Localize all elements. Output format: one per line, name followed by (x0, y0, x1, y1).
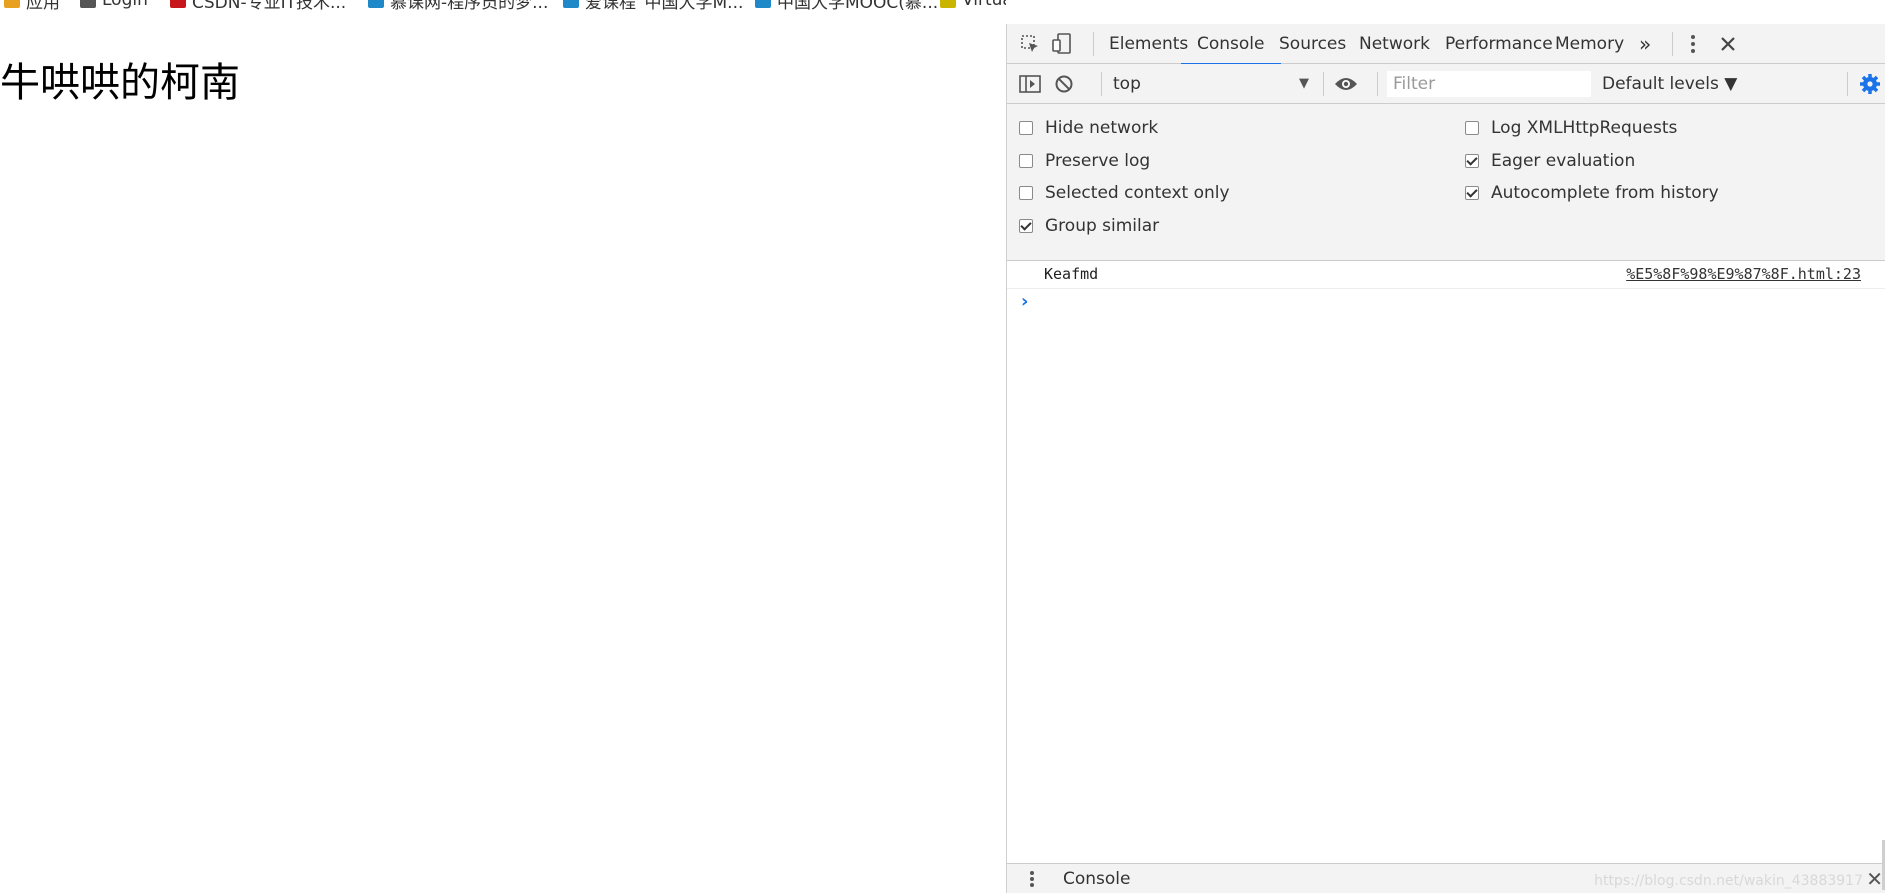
clear-console-icon[interactable] (1051, 72, 1077, 96)
setting-label: Log XMLHttpRequests (1491, 118, 1678, 138)
bookmark-favicon-icon (755, 0, 771, 8)
bookmark-favicon-icon (170, 0, 186, 8)
inspect-element-icon[interactable] (1017, 32, 1043, 56)
bookmark-item[interactable]: Virtual Judge (940, 0, 1006, 10)
bookmark-item[interactable]: 中国大学MOOC(慕... (755, 0, 938, 10)
bookmark-favicon-icon (563, 0, 579, 8)
bookmark-favicon-icon (940, 0, 956, 8)
setting-preserve-log[interactable]: Preserve log (1019, 149, 1150, 173)
console-message-text: Keafmd (1044, 265, 1099, 283)
console-messages: Keafmd %E5%8F%98%E9%87%8F.html:23 (1007, 261, 1885, 289)
live-expression-eye-icon[interactable] (1333, 72, 1359, 96)
setting-autocomplete-from-history[interactable]: Autocomplete from history (1465, 181, 1719, 205)
page-heading: 牛哄哄的柯南 (0, 60, 240, 106)
bookmark-item[interactable]: 慕课网-程序员的梦... (368, 0, 548, 10)
context-selector[interactable]: top ▼ (1113, 72, 1313, 96)
bookmark-label: 中国大学MOOC(慕... (777, 0, 939, 10)
setting-hide-network[interactable]: Hide network (1019, 116, 1158, 140)
more-tabs-button[interactable]: » (1633, 24, 1657, 63)
device-toolbar-icon[interactable] (1049, 32, 1075, 56)
watermark: https://blog.csdn.net/wakin_43883917 (1594, 873, 1863, 889)
bookmark-item[interactable]: CSDN-专业IT技术... (170, 0, 346, 10)
setting-label: Selected context only (1045, 183, 1230, 203)
drawer-tab-console[interactable]: Console (1063, 869, 1131, 889)
drawer-close-icon[interactable]: ✕ (1866, 867, 1883, 891)
setting-log-xmlhttprequests[interactable]: Log XMLHttpRequests (1465, 116, 1677, 140)
checkbox[interactable] (1465, 186, 1479, 200)
checkbox[interactable] (1019, 218, 1033, 233)
chevron-down-icon: ▼ (1299, 76, 1309, 91)
console-settings-panel: Hide network Preserve log Selected context… (1007, 104, 1885, 261)
setting-label: Preserve log (1045, 150, 1151, 171)
console-toolbar: top ▼ Default levels ▼ (1007, 64, 1885, 104)
page-content: 牛哄哄的柯南 (0, 10, 1006, 893)
drawer-menu-icon[interactable] (1029, 870, 1035, 888)
bookmark-label: Virtual Judge (962, 0, 1006, 10)
console-message-source-link[interactable]: %E5%8F%98%E9%87%8F.html:23 (1626, 265, 1861, 283)
bookmark-label: 应用 (26, 0, 60, 10)
show-sidebar-icon[interactable] (1017, 72, 1043, 96)
bookmark-item[interactable]: 爱课程_中国大学M... (563, 0, 743, 10)
toolbar-divider (1101, 72, 1102, 96)
setting-group-similar[interactable]: Group similar (1019, 214, 1159, 238)
prompt-chevron-icon: › (1021, 291, 1029, 312)
tab-memory[interactable]: Memory (1539, 24, 1640, 63)
console-message-row: Keafmd %E5%8F%98%E9%87%8F.html:23 (1007, 261, 1885, 289)
checkbox[interactable] (1465, 121, 1479, 135)
setting-selected-context-only[interactable]: Selected context only (1019, 181, 1230, 205)
bookmarks-bar: 应用 Login CSDN-专业IT技术... 慕课网-程序员的梦... 爱课程_中国大… (0, 0, 1006, 10)
context-value: top (1113, 74, 1141, 94)
setting-label: Eager evaluation (1491, 150, 1636, 171)
toolbar-divider (1323, 72, 1324, 96)
console-settings-gear-icon[interactable] (1857, 72, 1883, 96)
devtools-tab-bar: Elements Console Sources Network Performance… (1007, 24, 1885, 65)
kebab-menu-icon[interactable] (1680, 32, 1706, 56)
bookmark-label: CSDN-专业IT技术... (192, 0, 347, 10)
checkbox[interactable] (1019, 186, 1033, 200)
console-prompt[interactable]: › (1007, 289, 1885, 315)
setting-label: Group similar (1045, 215, 1160, 236)
bookmark-label: Login (102, 0, 148, 10)
setting-label: Hide network (1045, 118, 1159, 138)
checkbox[interactable] (1019, 121, 1033, 135)
bookmark-item[interactable]: 应用 (4, 0, 60, 10)
bookmark-label: 爱课程_中国大学M... (585, 0, 744, 10)
filter-input[interactable] (1387, 71, 1591, 97)
bookmark-item[interactable]: Login (80, 0, 148, 10)
bookmark-favicon-icon (368, 0, 384, 8)
log-levels-dropdown[interactable]: Default levels ▼ (1602, 72, 1737, 96)
checkbox[interactable] (1019, 153, 1033, 168)
bookmark-favicon-icon (80, 0, 96, 8)
setting-label: Autocomplete from history (1491, 183, 1719, 203)
devtools-panel: Elements Console Sources Network Performance… (1006, 24, 1885, 893)
toolbar-divider (1847, 72, 1848, 96)
close-devtools-icon[interactable] (1715, 32, 1741, 56)
toolbar-divider (1377, 72, 1378, 96)
bookmark-favicon-icon (4, 0, 20, 8)
toolbar-divider (1672, 32, 1673, 56)
checkbox[interactable] (1465, 153, 1479, 168)
bookmark-label: 慕课网-程序员的梦... (390, 0, 549, 10)
setting-eager-evaluation[interactable]: Eager evaluation (1465, 149, 1635, 173)
